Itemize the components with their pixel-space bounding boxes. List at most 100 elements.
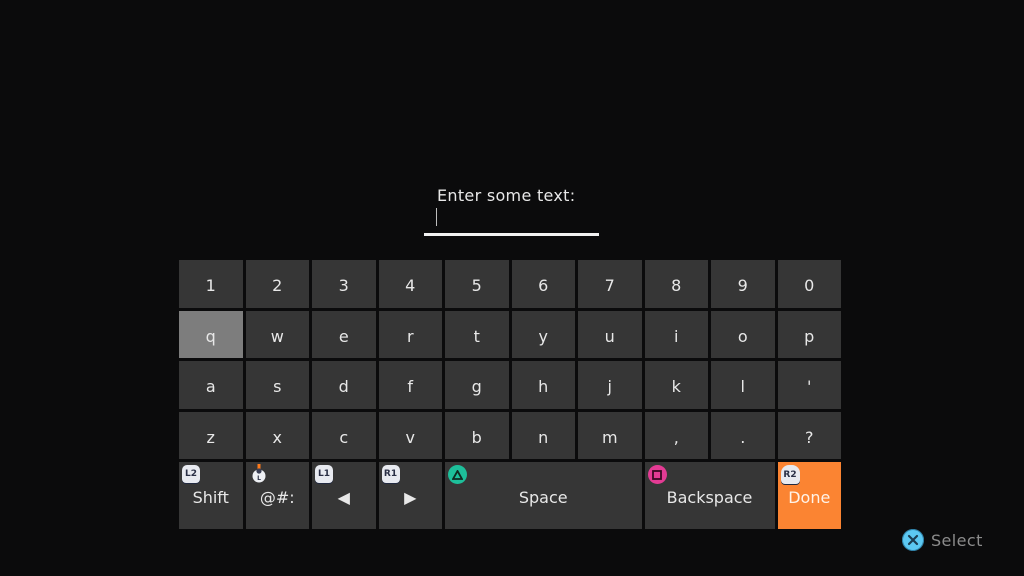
key-label: h [538,377,549,397]
key-label: , [673,427,679,447]
key-label: c [339,427,349,447]
key-label: ? [805,427,814,447]
key-label: 5 [471,276,482,296]
done-key-label: Done [788,488,831,507]
key-label: a [205,377,216,397]
symbols-key[interactable]: L @#: [245,462,309,529]
key-t[interactable]: t [445,310,509,358]
left-arrow-icon: ◀ [337,488,350,507]
key-4[interactable]: 4 [378,260,442,308]
key-label: m [601,427,618,447]
key-n[interactable]: n [511,411,575,459]
key-label: o [737,326,748,346]
key-,[interactable]: , [644,411,708,459]
key-a[interactable]: a [179,361,243,409]
key-label: 4 [405,276,416,296]
key-0[interactable]: 0 [777,260,841,308]
cursor-left-key[interactable]: L1 ◀ [312,462,376,529]
triangle-button-icon [448,465,467,484]
key-8[interactable]: 8 [644,260,708,308]
key-label: z [206,427,215,447]
key-2[interactable]: 2 [245,260,309,308]
key-u[interactable]: u [578,310,642,358]
svg-text:L: L [257,475,261,482]
key-m[interactable]: m [578,411,642,459]
key-y[interactable]: y [511,310,575,358]
key-7[interactable]: 7 [578,260,642,308]
key-label: p [804,326,815,346]
key-label: v [405,427,415,447]
key-label: . [740,427,746,447]
key-x[interactable]: x [245,411,309,459]
key-h[interactable]: h [511,361,575,409]
key-label: s [273,377,282,397]
key-label: t [473,326,480,346]
key-label: 3 [338,276,349,296]
key-6[interactable]: 6 [511,260,575,308]
key-p[interactable]: p [777,310,841,358]
key-label: g [471,377,482,397]
key-b[interactable]: b [445,411,509,459]
key-label: w [270,326,284,346]
select-label: Select [931,530,983,550]
key-1[interactable]: 1 [179,260,243,308]
l2-button-icon: L2 [182,465,200,483]
key-3[interactable]: 3 [312,260,376,308]
l1-button-icon: L1 [315,465,333,483]
key-s[interactable]: s [245,361,309,409]
key-c[interactable]: c [312,411,376,459]
key-label: l [740,377,745,397]
key-z[interactable]: z [179,411,243,459]
key-label: u [604,326,615,346]
key-r[interactable]: r [378,310,442,358]
cursor-right-key[interactable]: R1 ▶ [378,462,442,529]
text-cursor [436,208,437,226]
key-label: j [607,377,612,397]
key-label: x [272,427,282,447]
key-d[interactable]: d [312,361,376,409]
key-i[interactable]: i [644,310,708,358]
key-label: r [406,326,414,346]
key-label: 1 [205,276,216,296]
key-j[interactable]: j [578,361,642,409]
key-g[interactable]: g [445,361,509,409]
cross-button-icon [902,529,924,551]
key-label: k [671,377,681,397]
key-label: b [471,427,482,447]
done-key[interactable]: R2 Done [777,462,841,529]
space-key-label: Space [518,488,568,507]
key-?[interactable]: ? [777,411,841,459]
r2-button-icon: R2 [780,465,800,484]
key-label: 6 [538,276,549,296]
key-f[interactable]: f [378,361,442,409]
key-label: q [205,326,216,346]
key-label: ' [807,377,812,397]
left-stick-icon: L [252,464,265,483]
shift-key[interactable]: L2 Shift [179,462,243,529]
key-l[interactable]: l [711,361,775,409]
text-input-underline[interactable] [424,233,599,236]
key-w[interactable]: w [245,310,309,358]
key-label: 2 [272,276,283,296]
key-v[interactable]: v [378,411,442,459]
key-o[interactable]: o [711,310,775,358]
key-label: f [407,377,414,397]
key-label: i [674,326,679,346]
key-9[interactable]: 9 [711,260,775,308]
key-q[interactable]: q [179,310,243,358]
key-k[interactable]: k [644,361,708,409]
on-screen-keyboard: L2 Shift L @#: L1 ◀ R1 ▶ Space Backspace… [179,260,844,530]
key-label: 7 [604,276,615,296]
key-.[interactable]: . [711,411,775,459]
square-button-icon [647,465,667,484]
key-label: e [338,326,349,346]
backspace-key[interactable]: Backspace [644,462,775,529]
shift-key-label: Shift [192,488,229,507]
key-'[interactable]: ' [777,361,841,409]
right-arrow-icon: ▶ [404,488,417,507]
key-e[interactable]: e [312,310,376,358]
space-key[interactable]: Space [445,462,642,529]
key-5[interactable]: 5 [445,260,509,308]
prompt-label: Enter some text: [437,186,576,205]
key-label: 8 [671,276,682,296]
